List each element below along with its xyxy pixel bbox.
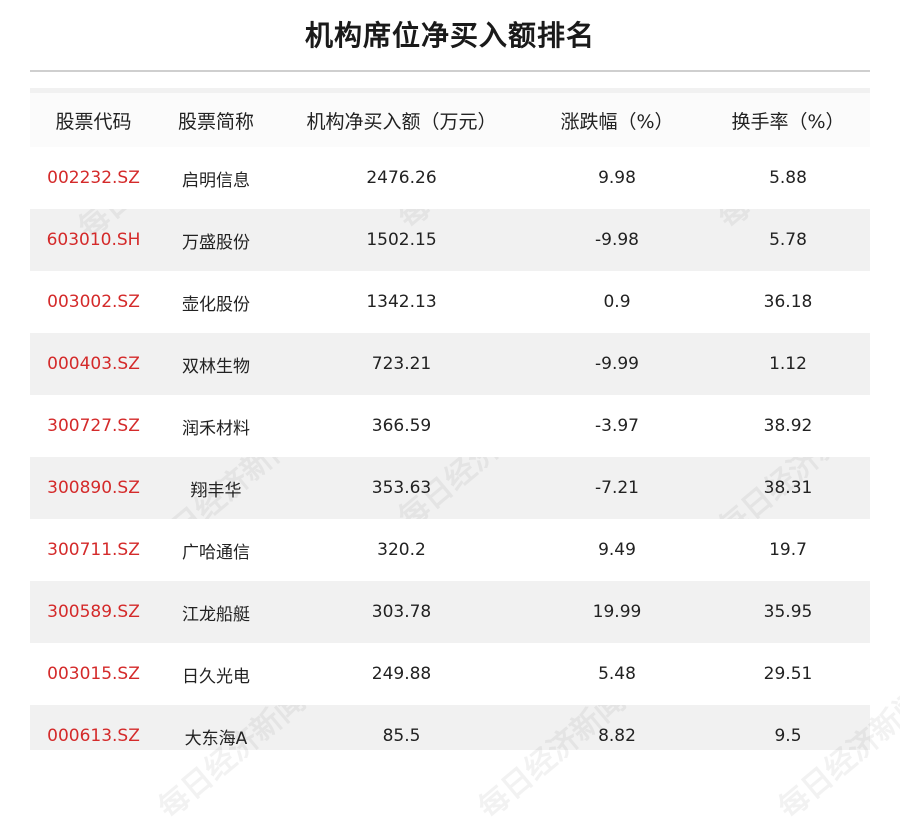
turnover-rate: 35.95 <box>763 602 813 622</box>
stock-code: 603010.SH <box>46 230 141 250</box>
net-buy-amount: 723.21 <box>371 354 432 374</box>
stock-code: 003015.SZ <box>30 643 157 705</box>
turnover-rate: 38.92 <box>706 395 870 457</box>
table-row: 300890.SZ 翔丰华 353.63 -7.21 38.31 <box>30 457 870 519</box>
stock-name: 日久光电 <box>157 643 275 705</box>
stock-code: 300890.SZ <box>47 478 140 498</box>
table-header-row: 股票代码 股票简称 机构净买入额（万元） 涨跌幅（%） 换手率（%） <box>30 93 870 147</box>
stock-code: 300711.SZ <box>30 519 157 581</box>
title-divider <box>30 70 870 72</box>
change-percent: 8.82 <box>598 726 636 746</box>
table-row: 603010.SH 万盛股份 1502.15 -9.98 5.78 <box>30 209 870 271</box>
change-percent: 0.9 <box>528 271 706 333</box>
net-buy-amount: 2476.26 <box>275 147 528 209</box>
stock-name: 润禾材料 <box>157 395 275 457</box>
change-percent: -3.97 <box>528 395 706 457</box>
table-row: 300711.SZ 广哈通信 320.2 9.49 19.7 <box>30 519 870 581</box>
net-buy-amount: 353.63 <box>371 478 432 498</box>
header-turnover: 换手率（%） <box>706 93 870 147</box>
stock-code: 000403.SZ <box>47 354 140 374</box>
table-row: 300589.SZ 江龙船艇 303.78 19.99 35.95 <box>30 581 870 643</box>
table-row: 000403.SZ 双林生物 723.21 -9.99 1.12 <box>30 333 870 395</box>
turnover-rate: 1.12 <box>769 354 807 374</box>
page-title: 机构席位净买入额排名 <box>304 19 595 52</box>
stock-name: 万盛股份 <box>182 232 250 253</box>
turnover-rate: 5.78 <box>769 230 807 250</box>
change-percent: 19.99 <box>592 602 642 622</box>
turnover-rate: 29.51 <box>706 643 870 705</box>
table-row: 003002.SZ 壶化股份 1342.13 0.9 36.18 <box>30 271 870 333</box>
change-percent: -7.21 <box>595 478 639 498</box>
stock-code: 002232.SZ <box>30 147 157 209</box>
turnover-rate: 36.18 <box>706 271 870 333</box>
net-buy-amount: 249.88 <box>275 643 528 705</box>
table-row: 002232.SZ 启明信息 2476.26 9.98 5.88 <box>30 147 870 209</box>
net-buy-amount: 1502.15 <box>366 230 437 250</box>
change-percent: 9.98 <box>528 147 706 209</box>
net-buy-amount: 1342.13 <box>275 271 528 333</box>
stock-code: 000613.SZ <box>47 726 140 746</box>
header-change: 涨跌幅（%） <box>528 93 706 147</box>
stock-name: 翔丰华 <box>190 480 242 501</box>
header-net-buy: 机构净买入额（万元） <box>275 93 528 147</box>
stock-name: 大东海A <box>184 728 248 749</box>
ranking-table: 股票代码 股票简称 机构净买入额（万元） 涨跌幅（%） 换手率（%） 00223… <box>30 93 870 767</box>
change-percent: -9.99 <box>595 354 639 374</box>
stock-name: 双林生物 <box>182 356 250 377</box>
table-row: 000613.SZ 大东海A 85.5 8.82 9.5 <box>30 705 870 767</box>
net-buy-amount: 303.78 <box>371 602 432 622</box>
stock-code: 300589.SZ <box>47 602 140 622</box>
change-percent: -9.98 <box>595 230 639 250</box>
stock-name: 启明信息 <box>157 147 275 209</box>
stock-name: 壶化股份 <box>157 271 275 333</box>
header-stock-name: 股票简称 <box>157 93 275 147</box>
change-percent: 9.49 <box>528 519 706 581</box>
turnover-rate: 5.88 <box>706 147 870 209</box>
turnover-rate: 38.31 <box>763 478 813 498</box>
stock-code: 003002.SZ <box>30 271 157 333</box>
header-stock-code: 股票代码 <box>30 93 157 147</box>
stock-name: 广哈通信 <box>157 519 275 581</box>
net-buy-amount: 366.59 <box>275 395 528 457</box>
net-buy-amount: 320.2 <box>275 519 528 581</box>
table-row: 300727.SZ 润禾材料 366.59 -3.97 38.92 <box>30 395 870 457</box>
turnover-rate: 9.5 <box>774 726 802 746</box>
stock-code: 300727.SZ <box>30 395 157 457</box>
table-row: 003015.SZ 日久光电 249.88 5.48 29.51 <box>30 643 870 705</box>
change-percent: 5.48 <box>528 643 706 705</box>
stock-name: 江龙船艇 <box>182 604 250 625</box>
turnover-rate: 19.7 <box>706 519 870 581</box>
net-buy-amount: 85.5 <box>382 726 421 746</box>
